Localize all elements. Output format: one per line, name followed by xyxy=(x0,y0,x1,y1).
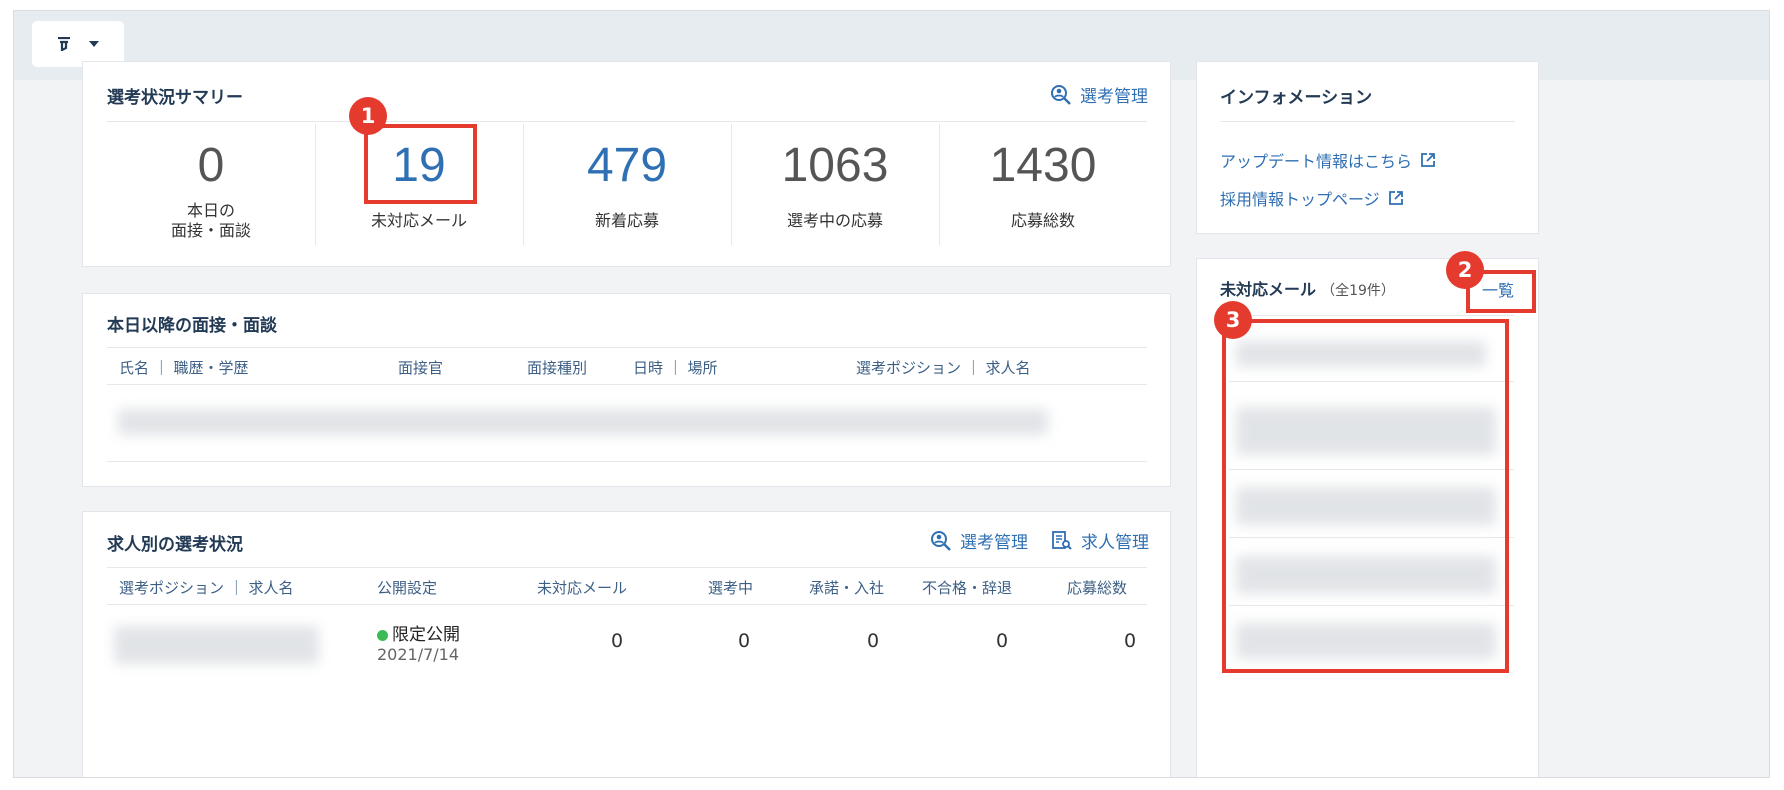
in-progress-count-cell[interactable]: 0 xyxy=(738,630,750,652)
col-in-progress: 選考中 xyxy=(708,579,754,597)
stat-in-progress[interactable]: 1063 選考中の応募 xyxy=(731,124,939,245)
stat-interviews-today[interactable]: 0 本日の 面接・面談 xyxy=(107,124,315,245)
interviews-row-line xyxy=(107,461,1147,462)
publish-status-label: 限定公開 xyxy=(392,625,460,645)
annotation-badge-3: 3 xyxy=(1214,301,1252,339)
interviews-header-line xyxy=(107,347,1147,348)
unread-mail-title-text: 未対応メール xyxy=(1220,280,1317,299)
stat-label: 応募総数 xyxy=(1010,211,1075,230)
mail-divider xyxy=(1220,315,1515,316)
document-search-icon xyxy=(1052,530,1072,550)
jobs-manage-link[interactable]: 求人管理 xyxy=(1051,528,1149,553)
stat-value: 1430 xyxy=(989,139,1097,192)
interview-row-redacted[interactable] xyxy=(118,409,1048,435)
accepted-count-cell[interactable]: 0 xyxy=(867,630,879,652)
summary-manage-link[interactable]: 選考管理 xyxy=(1050,82,1148,107)
annotation-badge-1: 1 xyxy=(349,97,387,135)
unread-mail-title: 未対応メール （全19件） xyxy=(1220,276,1395,300)
jobs-title: 求人別の選考状況 xyxy=(107,535,243,555)
summary-manage-label: 選考管理 xyxy=(1080,87,1148,107)
jobs-manage-label: 求人管理 xyxy=(1081,533,1149,553)
col-total: 応募総数 xyxy=(1067,579,1128,597)
stat-label-line2: 面接・面談 xyxy=(170,221,251,240)
info-divider xyxy=(1220,121,1515,122)
person-search-icon xyxy=(931,530,951,551)
col-rejected: 不合格・辞退 xyxy=(922,579,1013,597)
filter-icon xyxy=(58,37,70,51)
stat-label-line1: 本日の xyxy=(186,201,235,220)
recruit-top-link[interactable]: 採用情報トップページ xyxy=(1220,186,1404,210)
publish-status: 限定公開 xyxy=(377,620,460,645)
stat-total-applications[interactable]: 1430 応募総数 xyxy=(939,124,1147,245)
external-link-icon xyxy=(1421,153,1435,167)
status-dot-icon xyxy=(377,629,388,641)
col-interviewer: 面接官 xyxy=(398,359,444,377)
person-search-icon xyxy=(1051,84,1071,105)
col-interview-type: 面接種別 xyxy=(527,359,588,377)
stat-value: 1063 xyxy=(781,139,889,192)
col-publish-setting: 公開設定 xyxy=(377,579,438,597)
stat-value: 0 xyxy=(197,139,225,192)
interviews-header-line-bottom xyxy=(107,384,1147,385)
chevron-down-icon xyxy=(89,41,99,47)
stat-label: 本日の 面接・面談 xyxy=(107,201,315,241)
unread-mail-count: （全19件） xyxy=(1321,283,1395,299)
summary-title: 選考状況サマリー xyxy=(107,88,243,108)
update-info-label: アップデート情報はこちら xyxy=(1220,152,1413,171)
job-name-redacted[interactable] xyxy=(114,626,319,664)
col-datetime: 日時 ｜ 場所 xyxy=(633,359,718,377)
stat-label: 未対応メール xyxy=(370,211,467,230)
col-position: 選考ポジション ｜ 求人名 xyxy=(856,359,1031,377)
interviews-title: 本日以降の面接・面談 xyxy=(107,316,277,336)
total-count-cell[interactable]: 0 xyxy=(1124,630,1136,652)
stat-value: 479 xyxy=(586,139,668,192)
col-job-position: 選考ポジション ｜ 求人名 xyxy=(119,579,294,597)
unread-count-cell[interactable]: 0 xyxy=(611,630,623,652)
col-name: 氏名 ｜ 職歴・学歴 xyxy=(119,359,249,377)
jobs-selection-manage-label: 選考管理 xyxy=(960,533,1028,553)
stat-label: 選考中の応募 xyxy=(786,211,883,230)
dashboard-frame: 選考状況サマリー 選考管理 0 本日の 面接・面談 19 未対応メール 479 … xyxy=(13,10,1770,778)
stat-label: 新着応募 xyxy=(594,211,659,230)
rejected-count-cell[interactable]: 0 xyxy=(996,630,1008,652)
external-link-icon xyxy=(1388,191,1403,205)
publish-date: 2021/7/14 xyxy=(377,645,460,664)
update-info-link[interactable]: アップデート情報はこちら xyxy=(1220,148,1436,172)
annotation-box-1 xyxy=(364,124,477,204)
col-unread-mail: 未対応メール xyxy=(537,579,628,597)
jobs-selection-manage-link[interactable]: 選考管理 xyxy=(930,528,1028,553)
jobs-header-line xyxy=(107,567,1147,568)
annotation-badge-2: 2 xyxy=(1446,251,1484,289)
annotation-box-3 xyxy=(1222,319,1509,673)
summary-divider xyxy=(107,121,1147,122)
stat-new-applications[interactable]: 479 新着応募 xyxy=(523,124,731,245)
info-title: インフォメーション xyxy=(1220,88,1373,108)
recruit-top-label: 採用情報トップページ xyxy=(1220,190,1380,209)
jobs-header-line-bottom xyxy=(107,604,1147,605)
col-accepted: 承諾・入社 xyxy=(809,579,885,597)
